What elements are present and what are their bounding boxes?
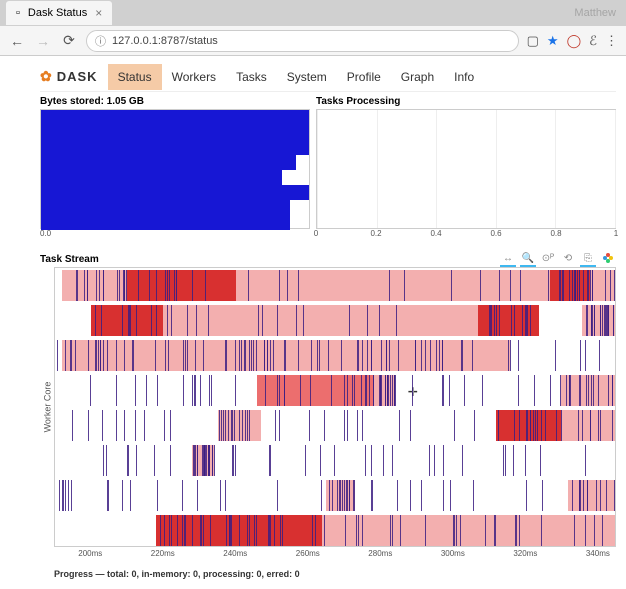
stream-lane [55,268,615,303]
tab-profile[interactable]: Profile [337,64,391,90]
cast-icon[interactable]: ▢ [527,33,539,49]
stream-lane [55,373,615,408]
toolbar-right: ▢ ★ ◯ ℰ ⋮ [527,33,618,49]
save-icon[interactable]: ⎘ [580,251,596,267]
task-stream-ylabel: Worker Core [40,267,54,547]
x-tick: 300ms [441,549,465,558]
task-block [236,270,550,301]
browser-toolbar: ← → ⟳ ⓘ 127.0.0.1:8787/status ▢ ★ ◯ ℰ ⋮ [0,26,626,56]
dask-dashboard: ✿ DASK StatusWorkersTasksSystemProfileGr… [0,56,626,589]
tasks-processing-title: Tasks Processing [316,96,616,107]
tab-title: Dask Status [28,7,87,19]
bytes-bar [41,185,309,200]
tab-system[interactable]: System [277,64,337,90]
dask-flame-icon: ✿ [40,68,53,85]
bookmark-icon[interactable]: ★ [547,33,559,49]
stream-lane [55,443,615,478]
close-icon[interactable]: × [95,6,102,20]
tab-status[interactable]: Status [108,64,162,90]
task-block [91,305,163,336]
task-block [496,410,561,441]
task-stream-header: Task Stream ↔ 🔍 ⊙ᴾ ⟲ ⎘ [40,251,616,267]
bytes-stored-panel: Bytes stored: 1.05 GB 0.0 [40,96,310,243]
pan-icon[interactable]: ↔ [500,251,516,267]
stream-lane [55,408,615,443]
task-stream-x-axis: 200ms 220ms 240ms 260ms 280ms 300ms 320ms 340ms [54,547,616,563]
info-icon: ⓘ [95,33,106,49]
file-icon: ▫ [16,7,20,19]
bytes-bar [41,215,290,230]
tab-graph[interactable]: Graph [391,64,444,90]
x-tick: 340ms [586,549,610,558]
bytes-bar [41,125,309,140]
menu-icon[interactable]: ⋮ [605,33,618,49]
tab-info[interactable]: Info [444,64,484,90]
plot-tools: ↔ 🔍 ⊙ᴾ ⟲ ⎘ [500,251,616,267]
x-tick: 260ms [296,549,320,558]
task-block [568,480,615,511]
dask-nav: ✿ DASK StatusWorkersTasksSystemProfileGr… [40,62,616,92]
tab-strip: ▫ Dask Status × Matthew [0,0,626,26]
task-block [127,270,235,301]
x-tick: 200ms [78,549,102,558]
task-stream-title: Task Stream [40,254,99,265]
bytes-bar [41,200,290,215]
bytes-bar [41,110,309,125]
bytes-stored-plot[interactable] [40,109,310,229]
bokeh-logo-icon[interactable] [600,251,616,267]
back-button[interactable]: ← [8,32,26,50]
wheel-zoom-icon[interactable]: ⊙ᴾ [540,251,556,267]
x-tick: 240ms [223,549,247,558]
forward-button[interactable]: → [34,32,52,50]
opera-icon[interactable]: ◯ [567,33,582,49]
box-zoom-icon[interactable]: 🔍 [520,251,536,267]
task-block [163,305,477,336]
stream-lane [55,303,615,338]
tab-workers[interactable]: Workers [162,64,226,90]
bytes-stored-title: Bytes stored: 1.05 GB [40,96,310,107]
browser-chrome: ▫ Dask Status × Matthew ← → ⟳ ⓘ 127.0.0.… [0,0,626,56]
bytes-bar [41,170,282,185]
tasks-processing-plot[interactable] [316,109,616,229]
dask-brand: DASK [57,69,98,84]
bytes-bar [41,140,309,155]
task-block [561,410,615,441]
address-bar[interactable]: ⓘ 127.0.0.1:8787/status [86,30,519,52]
bytes-x-axis: 0.0 [40,229,310,243]
task-stream-plot[interactable]: ✛ [54,267,616,547]
bytes-bar [41,155,296,170]
tab-tasks[interactable]: Tasks [226,64,277,90]
reset-icon[interactable]: ⟲ [560,251,576,267]
tasks-processing-panel: Tasks Processing 00.20.40.60.81 [316,96,616,243]
stream-lane [55,513,615,547]
stream-lane [55,338,615,373]
extension-icon[interactable]: ℰ [589,33,597,49]
x-tick: 220ms [151,549,175,558]
x-tick: 320ms [513,549,537,558]
x-tick: 280ms [368,549,392,558]
reload-button[interactable]: ⟳ [60,32,78,50]
stream-lane [55,478,615,513]
dask-logo: ✿ DASK [40,68,98,85]
dask-tabs: StatusWorkersTasksSystemProfileGraphInfo [108,64,485,90]
tasks-x-axis: 00.20.40.60.81 [316,229,616,243]
browser-tab[interactable]: ▫ Dask Status × [6,1,112,25]
profile-name: Matthew [574,7,616,19]
url-text: 127.0.0.1:8787/status [112,35,218,47]
task-block [257,375,373,406]
task-block [322,515,615,546]
